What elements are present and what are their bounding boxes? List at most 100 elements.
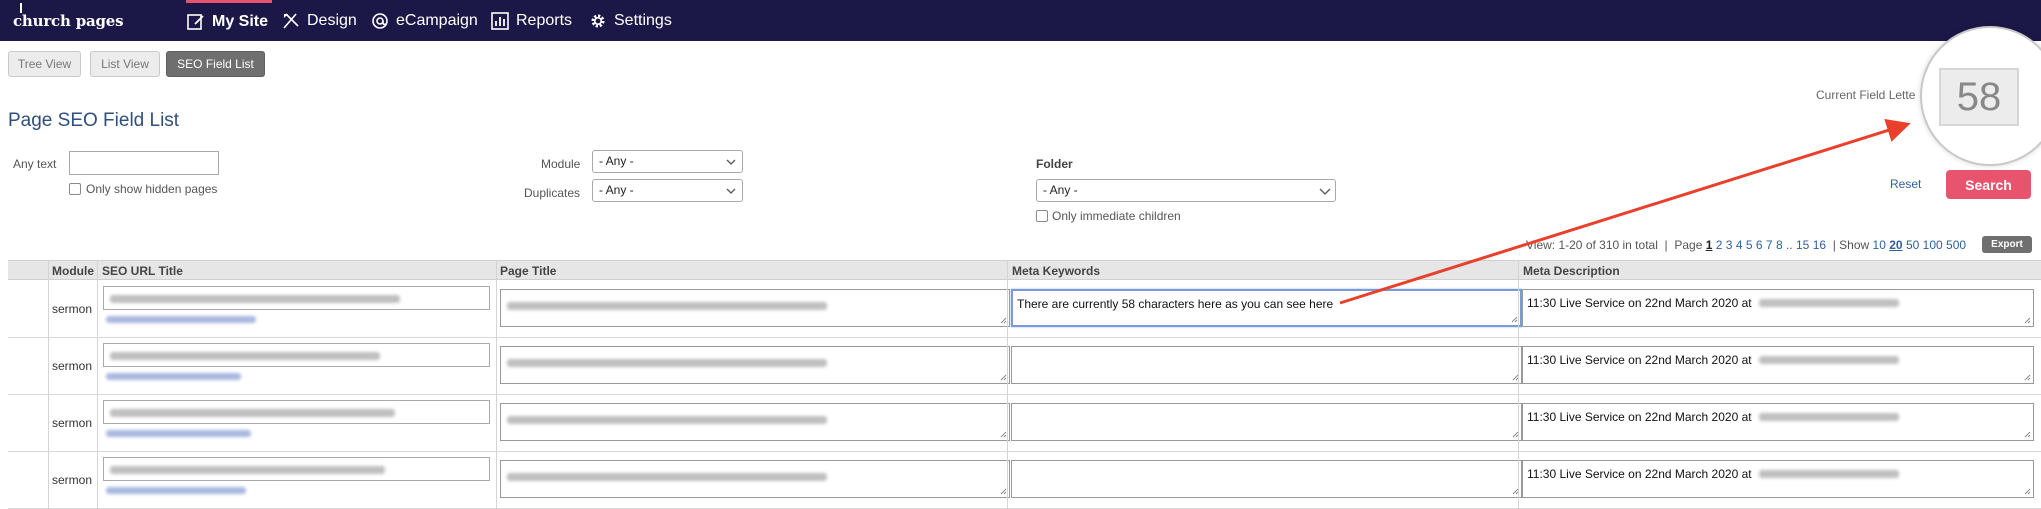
- resize-grip-icon[interactable]: [2024, 317, 2031, 324]
- current-field-letters-label: Current Field Lette: [1816, 88, 1916, 102]
- church-spire-mark: [20, 3, 22, 13]
- chevron-down-icon: [726, 156, 736, 166]
- any-text-input[interactable]: [69, 151, 219, 175]
- blurred-text: [1758, 299, 1899, 307]
- immediate-children-checkbox[interactable]: [1036, 210, 1048, 222]
- page-size-link[interactable]: 100: [1923, 238, 1943, 252]
- table-row: sermon There are currently 58 characters…: [8, 281, 2041, 338]
- page-link[interactable]: 8: [1776, 238, 1783, 252]
- seo-url-title-input[interactable]: [103, 343, 490, 367]
- table-row: sermon 11:30 Live Service on 22nd March …: [8, 338, 2041, 395]
- module-cell: sermon: [52, 302, 93, 316]
- chevron-down-icon: [1319, 185, 1331, 195]
- page-ellipsis: ..: [1785, 238, 1793, 252]
- blurred-text: [1758, 470, 1899, 478]
- hidden-pages-checkbox[interactable]: [69, 183, 81, 195]
- nav-label: My Site: [212, 13, 269, 30]
- blurred-text: [110, 295, 400, 303]
- blurred-url-link[interactable]: [106, 373, 241, 380]
- page-link[interactable]: 5: [1746, 238, 1753, 252]
- blurred-text: [110, 466, 385, 474]
- meta-description-textarea[interactable]: 11:30 Live Service on 22nd March 2020 at: [1522, 403, 2034, 441]
- nav-label: Design: [307, 11, 357, 29]
- brand-logo[interactable]: church pages: [13, 3, 124, 30]
- resize-grip-icon[interactable]: [2024, 374, 2031, 381]
- page-link[interactable]: 4: [1736, 238, 1743, 252]
- resize-grip-icon[interactable]: [1511, 316, 1518, 323]
- page-size-link[interactable]: 500: [1946, 238, 1966, 252]
- resize-grip-icon[interactable]: [1000, 488, 1007, 495]
- resize-grip-icon[interactable]: [1000, 317, 1007, 324]
- table-row: sermon 11:30 Live Service on 22nd March …: [8, 395, 2041, 452]
- nav-design[interactable]: Design: [281, 0, 357, 41]
- table-header: Module SEO URL Title Page Title Meta Key…: [8, 260, 2041, 280]
- resize-grip-icon[interactable]: [2024, 488, 2031, 495]
- blurred-url-link[interactable]: [106, 487, 246, 494]
- page-title-textarea[interactable]: [500, 346, 1010, 384]
- folder-select[interactable]: - Any -: [1036, 179, 1336, 202]
- blurred-url-link[interactable]: [106, 430, 251, 437]
- blurred-text: [110, 352, 380, 360]
- page-title-textarea[interactable]: [500, 289, 1010, 327]
- nav-ecampaign[interactable]: eCampaign: [370, 0, 478, 41]
- seo-url-title-input[interactable]: [103, 286, 490, 310]
- current-page-size[interactable]: 20: [1889, 238, 1902, 252]
- blurred-text: [507, 416, 827, 424]
- table-row: sermon 11:30 Live Service on 22nd March …: [8, 452, 2041, 509]
- chevron-down-icon: [726, 185, 736, 195]
- seo-url-title-input[interactable]: [103, 400, 490, 424]
- module-label: Module: [541, 157, 581, 171]
- folder-select-value: - Any -: [1043, 183, 1078, 197]
- page-link[interactable]: 6: [1756, 238, 1763, 252]
- seo-url-title-input[interactable]: [103, 457, 490, 481]
- folder-label: Folder: [1036, 157, 1073, 171]
- resize-grip-icon[interactable]: [1000, 374, 1007, 381]
- search-button[interactable]: Search: [1946, 170, 2031, 199]
- page-link[interactable]: 16: [1813, 238, 1826, 252]
- export-button[interactable]: Export: [1982, 236, 2032, 253]
- meta-keywords-textarea[interactable]: [1011, 403, 1522, 441]
- page-link[interactable]: 7: [1766, 238, 1773, 252]
- blurred-text: [110, 409, 395, 417]
- duplicates-label: Duplicates: [524, 186, 581, 200]
- page-link[interactable]: 2: [1716, 238, 1723, 252]
- pagination-separator: |: [1664, 238, 1668, 252]
- module-select-value: - Any -: [599, 154, 634, 168]
- page-size-link[interactable]: 10: [1873, 238, 1886, 252]
- tree-view-button[interactable]: Tree View: [8, 51, 81, 77]
- meta-description-value: 11:30 Live Service on 22nd March 2020 at: [1527, 296, 1752, 310]
- module-cell: sermon: [52, 473, 93, 487]
- meta-description-textarea[interactable]: 11:30 Live Service on 22nd March 2020 at: [1522, 289, 2034, 327]
- module-select[interactable]: - Any -: [592, 150, 743, 173]
- list-view-button[interactable]: List View: [90, 51, 160, 77]
- page-title-textarea[interactable]: [500, 460, 1010, 498]
- blurred-url-link[interactable]: [106, 316, 256, 323]
- meta-description-textarea[interactable]: 11:30 Live Service on 22nd March 2020 at: [1522, 346, 2034, 384]
- resize-grip-icon[interactable]: [2024, 431, 2031, 438]
- gear-icon: [588, 11, 608, 31]
- page-title-textarea[interactable]: [500, 403, 1010, 441]
- nav-reports[interactable]: Reports: [490, 0, 572, 41]
- meta-description-textarea[interactable]: 11:30 Live Service on 22nd March 2020 at: [1522, 460, 2034, 498]
- hidden-pages-label: Only show hidden pages: [86, 182, 218, 196]
- meta-description-value: 11:30 Live Service on 22nd March 2020 at: [1527, 353, 1752, 367]
- edit-page-icon: [186, 12, 206, 32]
- show-label: | Show: [1832, 238, 1870, 252]
- page-link[interactable]: 3: [1726, 238, 1733, 252]
- duplicates-select[interactable]: - Any -: [592, 179, 743, 202]
- blurred-text: [507, 473, 827, 481]
- meta-keywords-textarea[interactable]: [1011, 460, 1522, 498]
- header-module: Module: [52, 264, 94, 278]
- meta-keywords-textarea[interactable]: There are currently 58 characters here a…: [1011, 289, 1522, 327]
- meta-keywords-textarea[interactable]: [1011, 346, 1522, 384]
- reset-link[interactable]: Reset: [1890, 177, 1921, 191]
- nav-settings[interactable]: Settings: [588, 0, 672, 41]
- resize-grip-icon[interactable]: [1000, 431, 1007, 438]
- header-meta-description: Meta Description: [1523, 264, 1620, 278]
- page-size-link[interactable]: 50: [1906, 238, 1919, 252]
- nav-my-site[interactable]: My Site: [186, 0, 272, 41]
- page-link[interactable]: 15: [1796, 238, 1809, 252]
- header-meta-keywords: Meta Keywords: [1012, 264, 1101, 278]
- page-title: Page SEO Field List: [8, 110, 180, 131]
- seo-field-list-button[interactable]: SEO Field List: [166, 51, 265, 77]
